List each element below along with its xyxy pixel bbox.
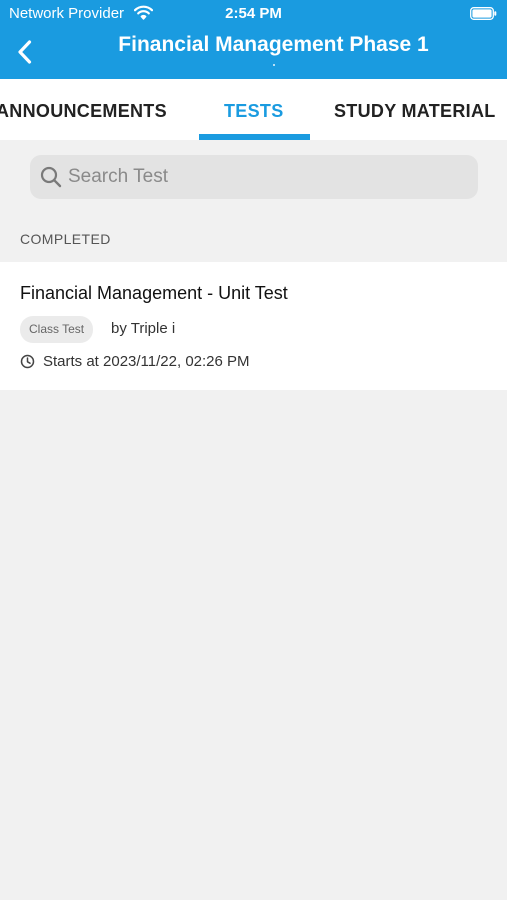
battery-icon <box>470 7 497 20</box>
active-tab-indicator <box>199 134 310 140</box>
section-label-completed: COMPLETED <box>20 231 111 247</box>
clock-icon <box>20 354 35 369</box>
page-title: Financial Management Phase 1 <box>118 33 429 56</box>
status-bar: Network Provider 2:54 PM <box>0 0 507 28</box>
back-button[interactable] <box>8 34 42 70</box>
tab-study-material[interactable]: STUDY MATERIAL <box>334 101 496 122</box>
title-indicator-dot <box>273 64 275 66</box>
search-input[interactable] <box>68 155 468 199</box>
tab-tests[interactable]: TESTS <box>224 101 284 122</box>
test-title: Financial Management - Unit Test <box>20 283 288 303</box>
search-bar[interactable] <box>30 155 478 199</box>
test-type-badge: Class Test <box>20 316 94 343</box>
tab-bar: ANNOUNCEMENTS TESTS STUDY MATERIAL <box>0 79 507 140</box>
test-author: by Triple i <box>111 320 176 337</box>
test-start-time: Starts at 2023/11/22, 02:26 PM <box>43 353 250 370</box>
status-time: 2:54 PM <box>225 5 282 22</box>
chevron-left-icon <box>18 40 32 64</box>
app-header: Network Provider 2:54 PM Financial Manag… <box>0 0 507 79</box>
search-icon <box>40 166 62 188</box>
tab-announcements[interactable]: ANNOUNCEMENTS <box>0 101 167 122</box>
test-list-item[interactable]: Financial Management - Unit Test Class T… <box>0 262 507 390</box>
